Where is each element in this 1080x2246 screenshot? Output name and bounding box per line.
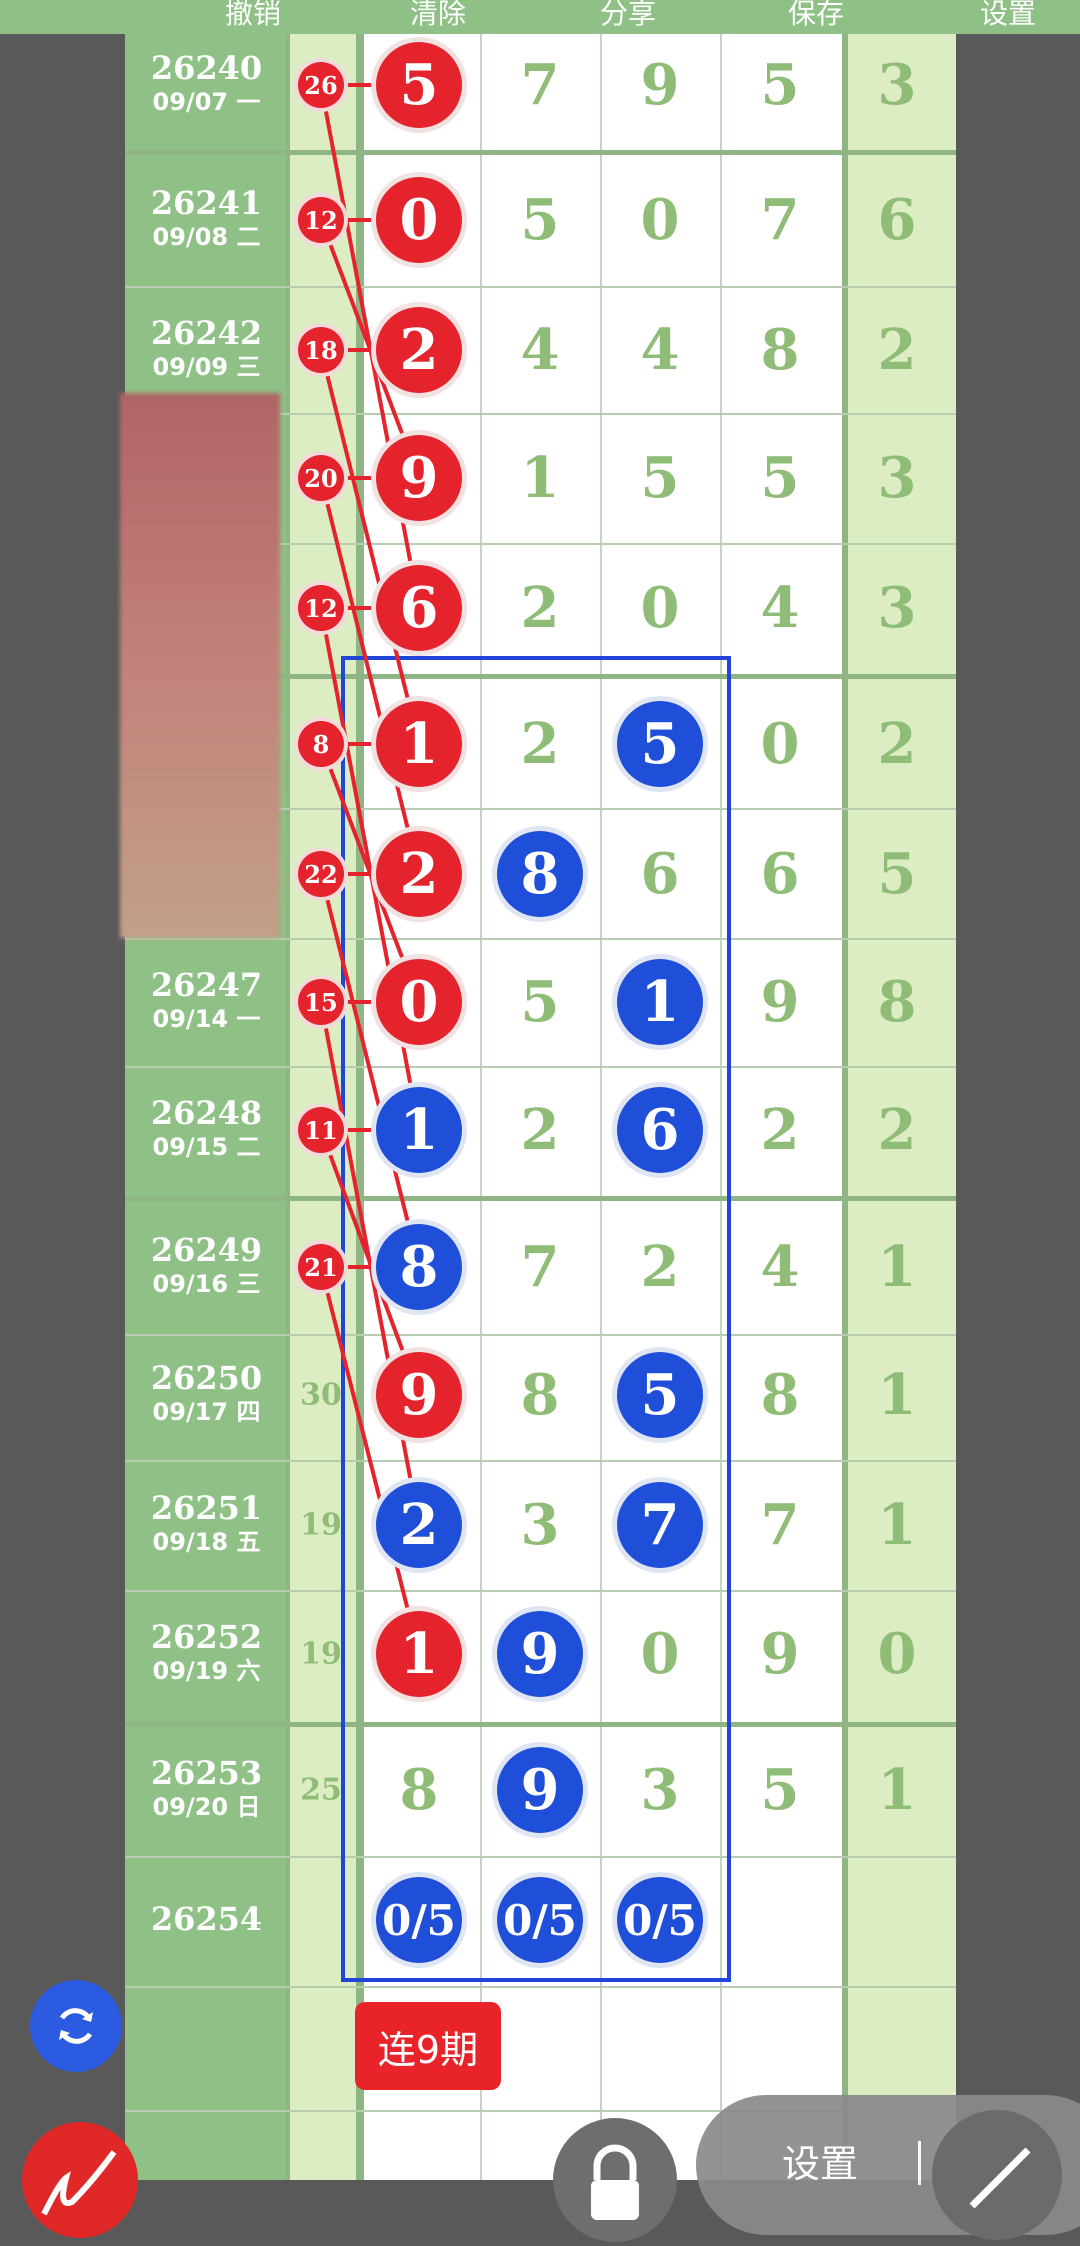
blue-ball[interactable]: 0/5	[617, 1877, 703, 1963]
blue-ball[interactable]: 5	[617, 1352, 703, 1438]
digit-cell[interactable]: 2	[737, 1087, 823, 1173]
streak-badge[interactable]: 连9期	[355, 2002, 501, 2090]
red-ball[interactable]: 1	[376, 1611, 462, 1697]
digit-cell[interactable]: 7	[737, 1482, 823, 1568]
digit-cell[interactable]: 9	[737, 1611, 823, 1697]
refresh-button[interactable]	[30, 1980, 122, 2072]
blue-ball[interactable]: 5	[617, 701, 703, 787]
digit-cell[interactable]: 0	[617, 565, 703, 651]
red-ball[interactable]: 5	[376, 42, 462, 128]
red-ball[interactable]: 0	[376, 177, 462, 263]
marker-ball: 21	[298, 1244, 344, 1290]
sum-cell[interactable]: 5	[854, 831, 940, 917]
digit-cell[interactable]: 2	[497, 701, 583, 787]
logo-icon	[41, 2150, 117, 2216]
digit-cell[interactable]: 0	[617, 177, 703, 263]
sum-cell[interactable]: 2	[854, 307, 940, 393]
logo-button[interactable]	[22, 2122, 138, 2238]
digit-cell[interactable]: 1	[497, 435, 583, 521]
blue-ball[interactable]: 2	[376, 1482, 462, 1568]
blue-ball[interactable]: 8	[376, 1224, 462, 1310]
blue-ball[interactable]: 9	[497, 1747, 583, 1833]
pencil-icon	[969, 2147, 1031, 2209]
blue-ball[interactable]: 1	[617, 959, 703, 1045]
marker-value: 19	[300, 1507, 342, 1543]
marker-ball: 8	[298, 721, 344, 767]
digit-cell[interactable]: 4	[497, 307, 583, 393]
trend-line	[319, 1266, 421, 1655]
digit-cell[interactable]: 6	[617, 831, 703, 917]
digit-cell[interactable]: 5	[497, 959, 583, 1045]
digit-cell[interactable]: 4	[737, 565, 823, 651]
digit-cell[interactable]: 2	[617, 1224, 703, 1310]
digit-cell[interactable]: 9	[737, 959, 823, 1045]
digit-cell[interactable]: 5	[617, 435, 703, 521]
digit-cell[interactable]: 2	[497, 565, 583, 651]
digit-cell[interactable]: 9	[617, 42, 703, 128]
blue-ball[interactable]: 1	[376, 1087, 462, 1173]
marker-value: 25	[300, 1772, 342, 1808]
red-ball[interactable]: 6	[376, 565, 462, 651]
marker-value: 19	[300, 1636, 342, 1672]
sum-cell[interactable]: 1	[854, 1352, 940, 1438]
sum-cell[interactable]: 3	[854, 435, 940, 521]
sum-cell[interactable]: 8	[854, 959, 940, 1045]
lock-button[interactable]	[553, 2118, 677, 2242]
sum-cell[interactable]: 3	[854, 565, 940, 651]
digit-cell[interactable]: 0	[737, 701, 823, 787]
marker-ball: 22	[298, 851, 344, 897]
digit-cell[interactable]: 8	[376, 1747, 462, 1833]
blue-ball[interactable]: 8	[497, 831, 583, 917]
marker-ball: 20	[298, 455, 344, 501]
digit-cell[interactable]: 2	[497, 1087, 583, 1173]
digit-cell[interactable]: 3	[617, 1747, 703, 1833]
refresh-icon	[59, 2008, 93, 2044]
red-ball[interactable]: 2	[376, 831, 462, 917]
digit-cell[interactable]: 0	[617, 1611, 703, 1697]
blue-ball[interactable]: 0/5	[376, 1877, 462, 1963]
blue-ball[interactable]: 6	[617, 1087, 703, 1173]
marker-value: 30	[300, 1377, 342, 1413]
sum-cell[interactable]: 3	[854, 42, 940, 128]
sum-cell[interactable]: 6	[854, 177, 940, 263]
red-ball[interactable]: 2	[376, 307, 462, 393]
red-ball[interactable]: 1	[376, 701, 462, 787]
digit-cell[interactable]: 5	[737, 42, 823, 128]
digit-cell[interactable]: 5	[737, 435, 823, 521]
sum-cell[interactable]: 0	[854, 1611, 940, 1697]
marker-ball: 15	[298, 979, 344, 1025]
digit-cell[interactable]: 8	[497, 1352, 583, 1438]
edit-button[interactable]	[932, 2110, 1062, 2240]
blue-ball[interactable]: 0/5	[497, 1877, 583, 1963]
digit-cell[interactable]: 7	[737, 177, 823, 263]
marker-ball: 12	[298, 585, 344, 631]
digit-cell[interactable]: 6	[737, 831, 823, 917]
digit-cell[interactable]: 4	[617, 307, 703, 393]
digit-cell[interactable]: 3	[497, 1482, 583, 1568]
sum-cell[interactable]: 1	[854, 1224, 940, 1310]
marker-ball: 18	[298, 327, 344, 373]
sum-cell[interactable]: 1	[854, 1747, 940, 1833]
red-ball[interactable]: 9	[376, 435, 462, 521]
blue-ball[interactable]: 9	[497, 1611, 583, 1697]
sum-cell[interactable]: 2	[854, 701, 940, 787]
digit-cell[interactable]: 5	[737, 1747, 823, 1833]
sum-cell[interactable]: 1	[854, 1482, 940, 1568]
digit-cell[interactable]: 5	[497, 177, 583, 263]
sum-cell[interactable]: 2	[854, 1087, 940, 1173]
marker-ball: 12	[298, 197, 344, 243]
digit-cell[interactable]: 7	[497, 42, 583, 128]
digit-cell[interactable]: 8	[737, 307, 823, 393]
digit-cell[interactable]: 8	[737, 1352, 823, 1438]
red-ball[interactable]: 0	[376, 959, 462, 1045]
lock-icon	[591, 2144, 639, 2220]
marker-ball: 11	[298, 1107, 344, 1153]
marker-ball: 26	[298, 62, 344, 108]
digit-cell[interactable]: 7	[497, 1224, 583, 1310]
red-ball[interactable]: 9	[376, 1352, 462, 1438]
digit-cell[interactable]: 4	[737, 1224, 823, 1310]
pill-divider	[918, 2141, 921, 2185]
blue-ball[interactable]: 7	[617, 1482, 703, 1568]
